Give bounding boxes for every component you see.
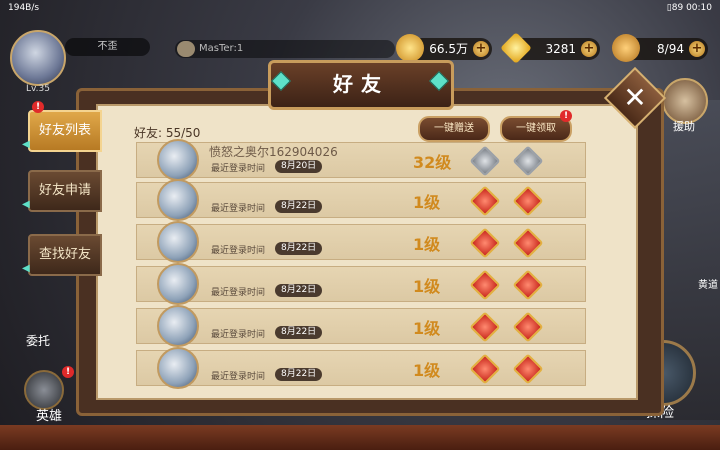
chat-icon [177, 41, 195, 57]
friend-level: 1级 [413, 235, 441, 254]
tab-label: 好友申请 [38, 183, 91, 198]
last-login-label: 最近登录时间 [211, 164, 266, 174]
last-login-date: 8月22日 [275, 326, 323, 339]
gold-resource: 66.5万 + [396, 34, 492, 62]
friend-row[interactable]: 最近登录时间 8月22日 1级 [136, 263, 586, 305]
battery-level: 89 [671, 3, 684, 13]
diamond-resource: 3281 + [500, 32, 600, 64]
gold-coin-icon [396, 34, 424, 62]
friend-level: 1级 [413, 319, 441, 338]
heroes-label[interactable]: 英雄 [36, 405, 62, 424]
send-heart-icon[interactable] [469, 269, 501, 301]
friend-avatar[interactable] [157, 221, 199, 263]
time-text: 00:10 [686, 3, 712, 13]
last-login-date: 8月22日 [275, 368, 323, 381]
status-bar: 194B/s ▯89 00:10 [0, 0, 720, 18]
last-login-label: 最近登录时间 [211, 330, 266, 340]
friend-row[interactable]: 最近登录时间 8月22日 1级 [136, 347, 586, 389]
hero-helmet-icon[interactable] [24, 370, 64, 410]
player-avatar[interactable] [10, 30, 66, 86]
friend-row[interactable]: 最近登录时间 8月22日 1级 [136, 221, 586, 263]
tab-alert-badge: ! [32, 101, 44, 113]
player-name: 不歪 [65, 38, 150, 56]
last-login-date: 8月22日 [275, 284, 323, 297]
last-login-date: 8月20日 [275, 160, 323, 173]
tab-label: 好友列表 [38, 123, 91, 138]
last-login-label: 最近登录时间 [211, 204, 266, 214]
receive-heart-icon[interactable] [512, 269, 544, 301]
stamina-resource: 8/94 + [612, 34, 708, 62]
last-login-date: 8月22日 [275, 242, 323, 255]
send-heart-icon[interactable] [469, 145, 501, 177]
gold-add-button[interactable]: + [473, 41, 489, 57]
friend-name: 愤怒之奥尔162904026 [209, 145, 338, 159]
road-label: 黄道 [698, 280, 718, 291]
friend-avatar[interactable] [157, 305, 199, 347]
receive-heart-icon[interactable] [512, 145, 544, 177]
friend-count: 好友: 55/50 [134, 126, 201, 140]
send-heart-icon[interactable] [469, 311, 501, 343]
bottom-strip [0, 425, 720, 450]
friend-avatar[interactable] [157, 347, 199, 389]
stamina-add-button[interactable]: + [689, 41, 705, 57]
clock: ▯89 00:10 [666, 3, 712, 13]
receive-heart-icon[interactable] [512, 185, 544, 217]
tab-friend-list[interactable]: ◀ 好友列表 [22, 110, 102, 152]
diamond-add-button[interactable]: + [581, 41, 597, 57]
commission-label[interactable]: 委托 [26, 332, 50, 349]
tab-label: 查找好友 [38, 247, 91, 262]
panel-title: 好友 [268, 60, 454, 110]
tab-find-friend[interactable]: ◀ 查找好友 [22, 234, 102, 276]
receive-heart-icon[interactable] [512, 227, 544, 259]
friend-row[interactable]: 最近登录时间 8月22日 1级 [136, 179, 586, 221]
network-speed: 194B/s [8, 3, 40, 13]
friend-row[interactable]: 最近登录时间 8月22日 1级 [136, 305, 586, 347]
chat-text: MasTer:1 [199, 43, 244, 54]
chat-bar[interactable]: MasTer:1 [175, 40, 395, 58]
player-level: Lv.35 [26, 84, 50, 94]
friend-level: 1级 [413, 193, 441, 212]
tab-arrow-icon: ◀ [22, 199, 30, 210]
friend-avatar[interactable] [157, 179, 199, 221]
friend-level: 1级 [413, 361, 441, 380]
claim-alert-badge: ! [560, 110, 572, 122]
friend-level: 1级 [413, 277, 441, 296]
last-login-label: 最近登录时间 [211, 372, 266, 382]
friend-level: 32级 [413, 153, 452, 172]
stamina-value: 8/94 [657, 42, 684, 56]
last-login-label: 最近登录时间 [211, 246, 266, 256]
tab-friend-requests[interactable]: ◀ 好友申请 [22, 170, 102, 212]
diamond-value: 3281 [545, 42, 576, 56]
receive-heart-icon[interactable] [512, 353, 544, 385]
send-heart-icon[interactable] [469, 227, 501, 259]
receive-heart-icon[interactable] [512, 311, 544, 343]
send-heart-icon[interactable] [469, 353, 501, 385]
send-all-button[interactable]: 一键赠送 [418, 116, 490, 142]
friend-row[interactable]: 愤怒之奥尔162904026 最近登录时间 8月20日 32级 [136, 139, 586, 181]
hero-alert-badge: ! [62, 366, 74, 378]
last-login-date: 8月22日 [275, 200, 323, 213]
send-heart-icon[interactable] [469, 185, 501, 217]
help-label: 援助 [673, 120, 695, 133]
friend-avatar[interactable] [157, 139, 199, 181]
gold-value: 66.5万 [429, 42, 468, 56]
friend-avatar[interactable] [157, 263, 199, 305]
close-icon: ✕ [623, 81, 647, 114]
tab-arrow-icon: ◀ [22, 263, 30, 274]
stamina-icon [612, 34, 640, 62]
last-login-label: 最近登录时间 [211, 288, 266, 298]
tab-arrow-icon: ◀ [22, 139, 30, 150]
